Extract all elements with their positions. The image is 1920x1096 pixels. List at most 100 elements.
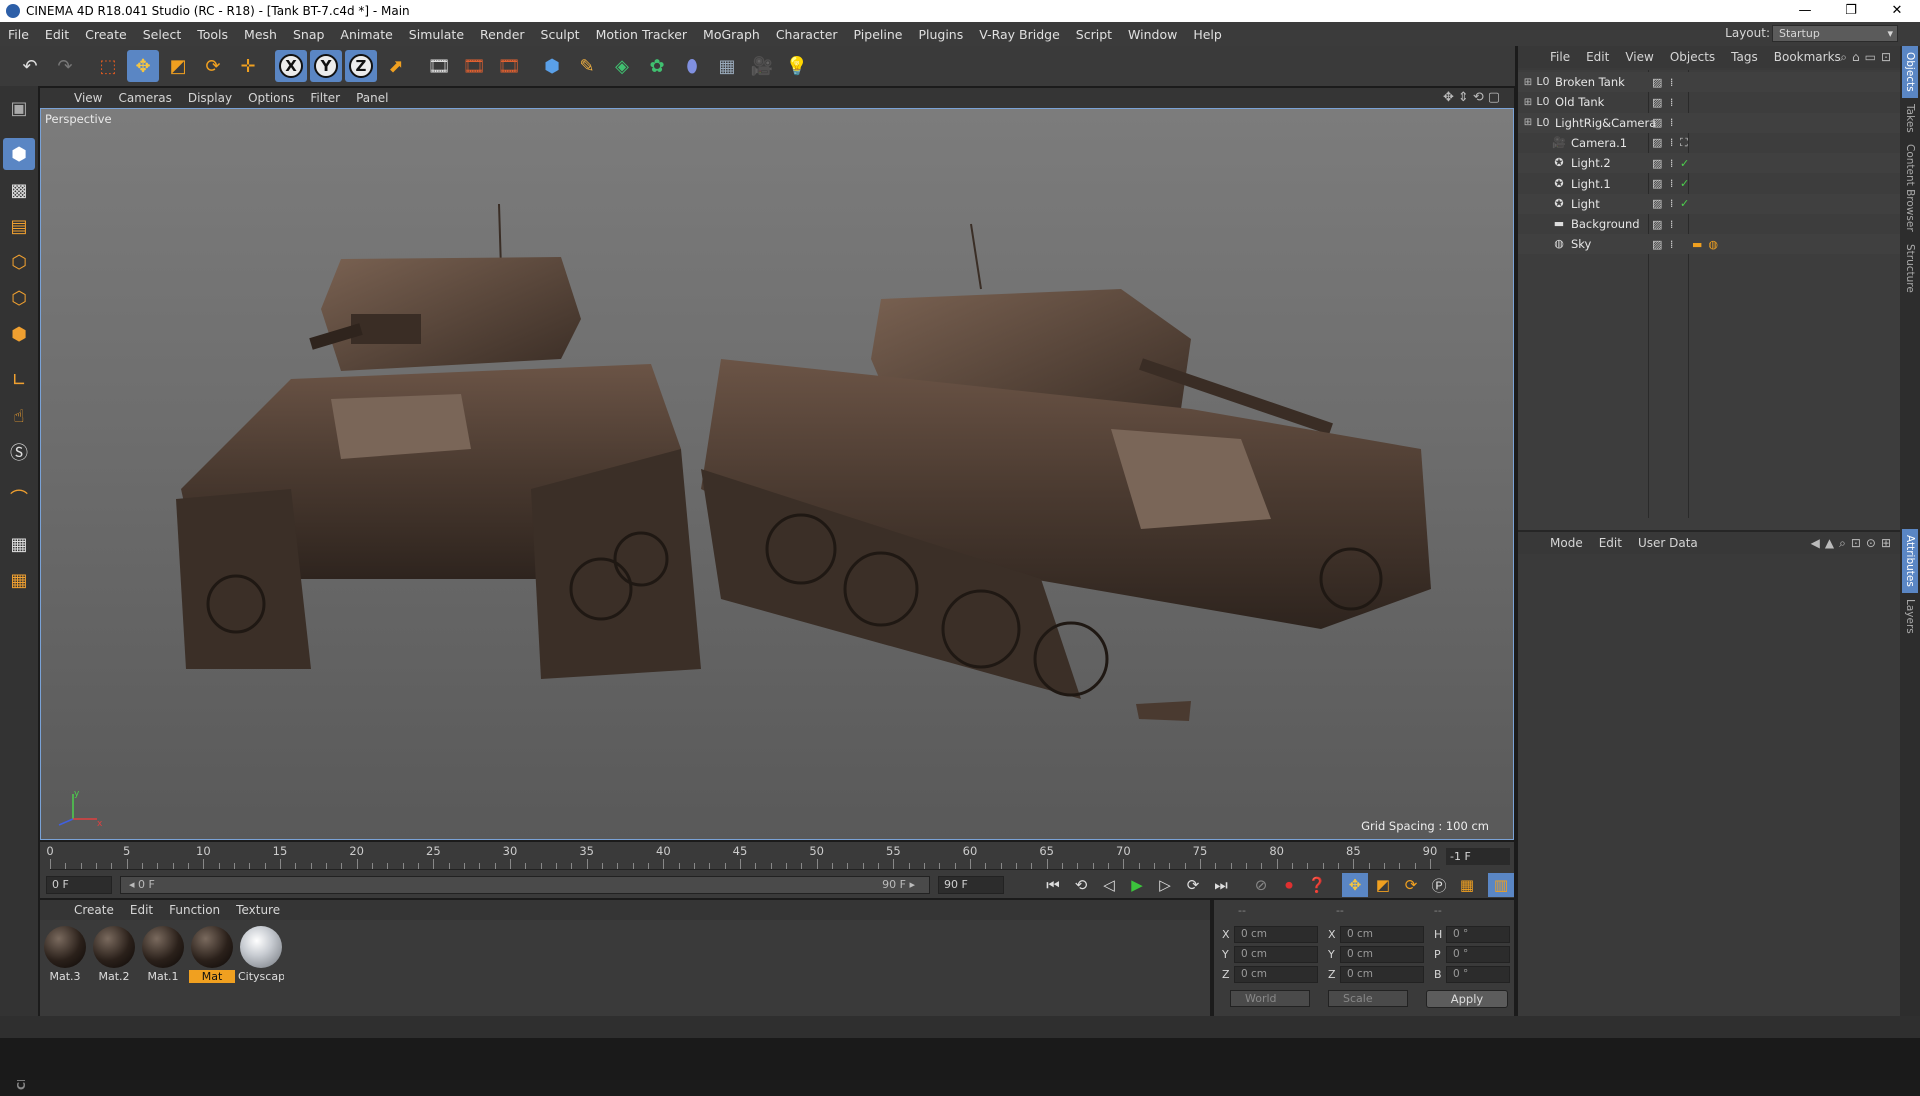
make-editable-icon[interactable]: ▣ bbox=[3, 92, 35, 124]
object-row[interactable]: ✪ Light ▨ ⁞ ✓ bbox=[1518, 193, 1900, 214]
object-row[interactable]: ⊞ L0 Old Tank ▨ ⁞ bbox=[1518, 92, 1900, 112]
visibility-flags-icon[interactable]: ▨ ⁞ bbox=[1652, 177, 1675, 190]
side-tab-objects[interactable]: Objects bbox=[1902, 46, 1918, 98]
live-selection-icon[interactable]: ⬚ bbox=[92, 50, 124, 82]
visibility-flags-icon[interactable]: ▨ ⁞ bbox=[1652, 238, 1675, 251]
subdivision-surface-icon[interactable]: ◈ bbox=[606, 50, 638, 82]
menu-mograph[interactable]: MoGraph bbox=[695, 27, 768, 42]
side-tab-content-browser[interactable]: Content Browser bbox=[1902, 138, 1918, 238]
undo-icon[interactable]: ↶ bbox=[14, 50, 46, 82]
side-tab-structure[interactable]: Structure bbox=[1902, 238, 1918, 299]
magnet-icon[interactable]: ⌒ bbox=[3, 482, 35, 514]
rotation-p-field[interactable]: 0 ° bbox=[1446, 946, 1510, 963]
size-mode-dropdown[interactable]: Scale bbox=[1328, 990, 1408, 1007]
object-row[interactable]: ⊞ L0 Broken Tank ▨ ⁞ bbox=[1518, 72, 1900, 92]
key-scale-icon[interactable]: ◩ bbox=[1370, 873, 1396, 897]
tweak-mode-icon[interactable]: ☝ bbox=[3, 400, 35, 432]
menu-tools[interactable]: Tools bbox=[189, 27, 236, 42]
coordinate-system-dropdown[interactable]: World bbox=[1230, 990, 1310, 1007]
object-row[interactable]: ⊞ L0 LightRig&Camera ▨ ⁞ bbox=[1518, 112, 1900, 133]
next-key-icon[interactable]: ⟳ bbox=[1180, 873, 1206, 897]
layout-dropdown[interactable]: Startup bbox=[1772, 25, 1898, 42]
size-z-field[interactable]: 0 cm bbox=[1340, 966, 1424, 983]
enabled-check-icon[interactable]: ✓ bbox=[1680, 197, 1691, 210]
menu-animate[interactable]: Animate bbox=[332, 27, 400, 42]
visibility-flags-icon[interactable]: ▨ ⁞ bbox=[1652, 96, 1675, 109]
object-row[interactable]: 🎥 Camera.1 ▨ ⁞ ⛶ bbox=[1518, 133, 1900, 153]
menu-motion-tracker[interactable]: Motion Tracker bbox=[588, 27, 695, 42]
menu-edit[interactable]: Edit bbox=[37, 27, 77, 42]
attributes-nav-icons[interactable]: ◀▲⌕⊡⊙⊞ bbox=[1811, 536, 1896, 551]
enabled-check-icon[interactable]: ✓ bbox=[1680, 157, 1691, 170]
start-frame-field[interactable]: 0 F bbox=[46, 876, 112, 894]
move-tool-icon[interactable]: ✥ bbox=[127, 50, 159, 82]
viewport-menu-panel[interactable]: Panel bbox=[348, 91, 396, 105]
y-axis-lock-button[interactable]: Y bbox=[310, 50, 342, 82]
object-row[interactable]: ✪ Light.2 ▨ ⁞ ✓ bbox=[1518, 153, 1900, 174]
transform-tool-icon[interactable]: ✛ bbox=[232, 50, 264, 82]
visibility-flags-icon[interactable]: ▨ ⁞ bbox=[1652, 157, 1675, 170]
object-menu-tags[interactable]: Tags bbox=[1723, 50, 1766, 64]
go-to-end-icon[interactable]: ⏭ bbox=[1208, 873, 1234, 897]
next-frame-icon[interactable]: ▷ bbox=[1152, 873, 1178, 897]
render-picture-viewer-icon[interactable]: 🎞 bbox=[458, 50, 490, 82]
go-to-start-icon[interactable]: ⏮ bbox=[1040, 873, 1066, 897]
key-pla-icon[interactable]: ▦ bbox=[1454, 873, 1480, 897]
object-name[interactable]: Broken Tank bbox=[1555, 75, 1625, 89]
visibility-flags-icon[interactable]: ▨ ⁞ bbox=[1652, 76, 1675, 89]
side-tab-attributes[interactable]: Attributes bbox=[1902, 528, 1918, 593]
material-menu-function[interactable]: Function bbox=[161, 903, 228, 917]
size-x-field[interactable]: 0 cm bbox=[1340, 926, 1424, 943]
floor-icon[interactable]: ▦ bbox=[711, 50, 743, 82]
object-menu-file[interactable]: File bbox=[1542, 50, 1578, 64]
deformer-icon[interactable]: ⬮ bbox=[676, 50, 708, 82]
polygons-mode-icon[interactable]: ⬢ bbox=[3, 318, 35, 350]
motion-record-icon[interactable]: ⊘ bbox=[1248, 873, 1274, 897]
timeline-ruler[interactable]: 0 5 10 15 20 25 30 35 40 45 50 55 60 65 70 75 80 85 90 -1 … bbox=[40, 842, 1514, 872]
render-settings-icon[interactable]: 🎞 bbox=[493, 50, 525, 82]
axis-mode-icon[interactable]: ∟ bbox=[3, 364, 35, 396]
previous-frame-icon[interactable]: ◁ bbox=[1096, 873, 1122, 897]
material-swatch[interactable]: Cityscap bbox=[238, 926, 284, 983]
current-frame-field[interactable]: -1 F bbox=[1446, 848, 1510, 865]
end-frame-field[interactable]: 90 F bbox=[938, 876, 1004, 894]
object-menu-edit[interactable]: Edit bbox=[1578, 50, 1617, 64]
points-mode-icon[interactable]: ⬡ bbox=[3, 246, 35, 278]
material-menu-create[interactable]: Create bbox=[66, 903, 122, 917]
menu-pipeline[interactable]: Pipeline bbox=[846, 27, 911, 42]
menu-file[interactable]: File bbox=[0, 27, 37, 42]
render-view-icon[interactable]: 🎞 bbox=[423, 50, 455, 82]
enabled-check-icon[interactable]: ✓ bbox=[1680, 177, 1691, 190]
restore-button[interactable]: ❐ bbox=[1828, 0, 1874, 22]
object-name[interactable]: Background bbox=[1571, 217, 1640, 231]
menu-character[interactable]: Character bbox=[768, 27, 846, 42]
position-z-field[interactable]: 0 cm bbox=[1234, 966, 1318, 983]
material-swatch[interactable]: Mat.1 bbox=[140, 926, 186, 983]
object-row[interactable]: ▬ Background ▨ ⁞ bbox=[1518, 214, 1900, 234]
object-manager-icons[interactable]: ⌕⌂▭⊡ bbox=[1840, 50, 1896, 65]
object-menu-view[interactable]: View bbox=[1617, 50, 1661, 64]
menu-create[interactable]: Create bbox=[77, 27, 135, 42]
camera-tag-icon[interactable]: ⛶ bbox=[1680, 136, 1694, 150]
viewport-nav-icons[interactable]: ✥⇕⟲▢ bbox=[1443, 90, 1504, 105]
viewport-menu-filter[interactable]: Filter bbox=[302, 91, 348, 105]
redo-icon[interactable]: ↷ bbox=[49, 50, 81, 82]
x-axis-lock-button[interactable]: X bbox=[275, 50, 307, 82]
pen-spline-icon[interactable]: ✎ bbox=[571, 50, 603, 82]
attributes-menu-edit[interactable]: Edit bbox=[1591, 536, 1630, 550]
menu-window[interactable]: Window bbox=[1120, 27, 1185, 42]
viewport-menu-options[interactable]: Options bbox=[240, 91, 302, 105]
viewport-menu-display[interactable]: Display bbox=[180, 91, 240, 105]
size-y-field[interactable]: 0 cm bbox=[1340, 946, 1424, 963]
edges-mode-icon[interactable]: ⬡ bbox=[3, 282, 35, 314]
menu-script[interactable]: Script bbox=[1068, 27, 1120, 42]
menu-help[interactable]: Help bbox=[1185, 27, 1230, 42]
object-name[interactable]: Light bbox=[1571, 197, 1600, 211]
menu-plugins[interactable]: Plugins bbox=[910, 27, 971, 42]
object-row[interactable]: ✪ Light.1 ▨ ⁞ ✓ bbox=[1518, 174, 1900, 194]
texture-tag-icon[interactable]: ▬◍ bbox=[1692, 238, 1724, 251]
menu-snap[interactable]: Snap bbox=[285, 27, 332, 42]
planar-workplane-icon[interactable]: ▦ bbox=[3, 564, 35, 596]
object-name[interactable]: Camera.1 bbox=[1571, 136, 1627, 150]
model-mode-icon[interactable]: ⬢ bbox=[3, 138, 35, 170]
